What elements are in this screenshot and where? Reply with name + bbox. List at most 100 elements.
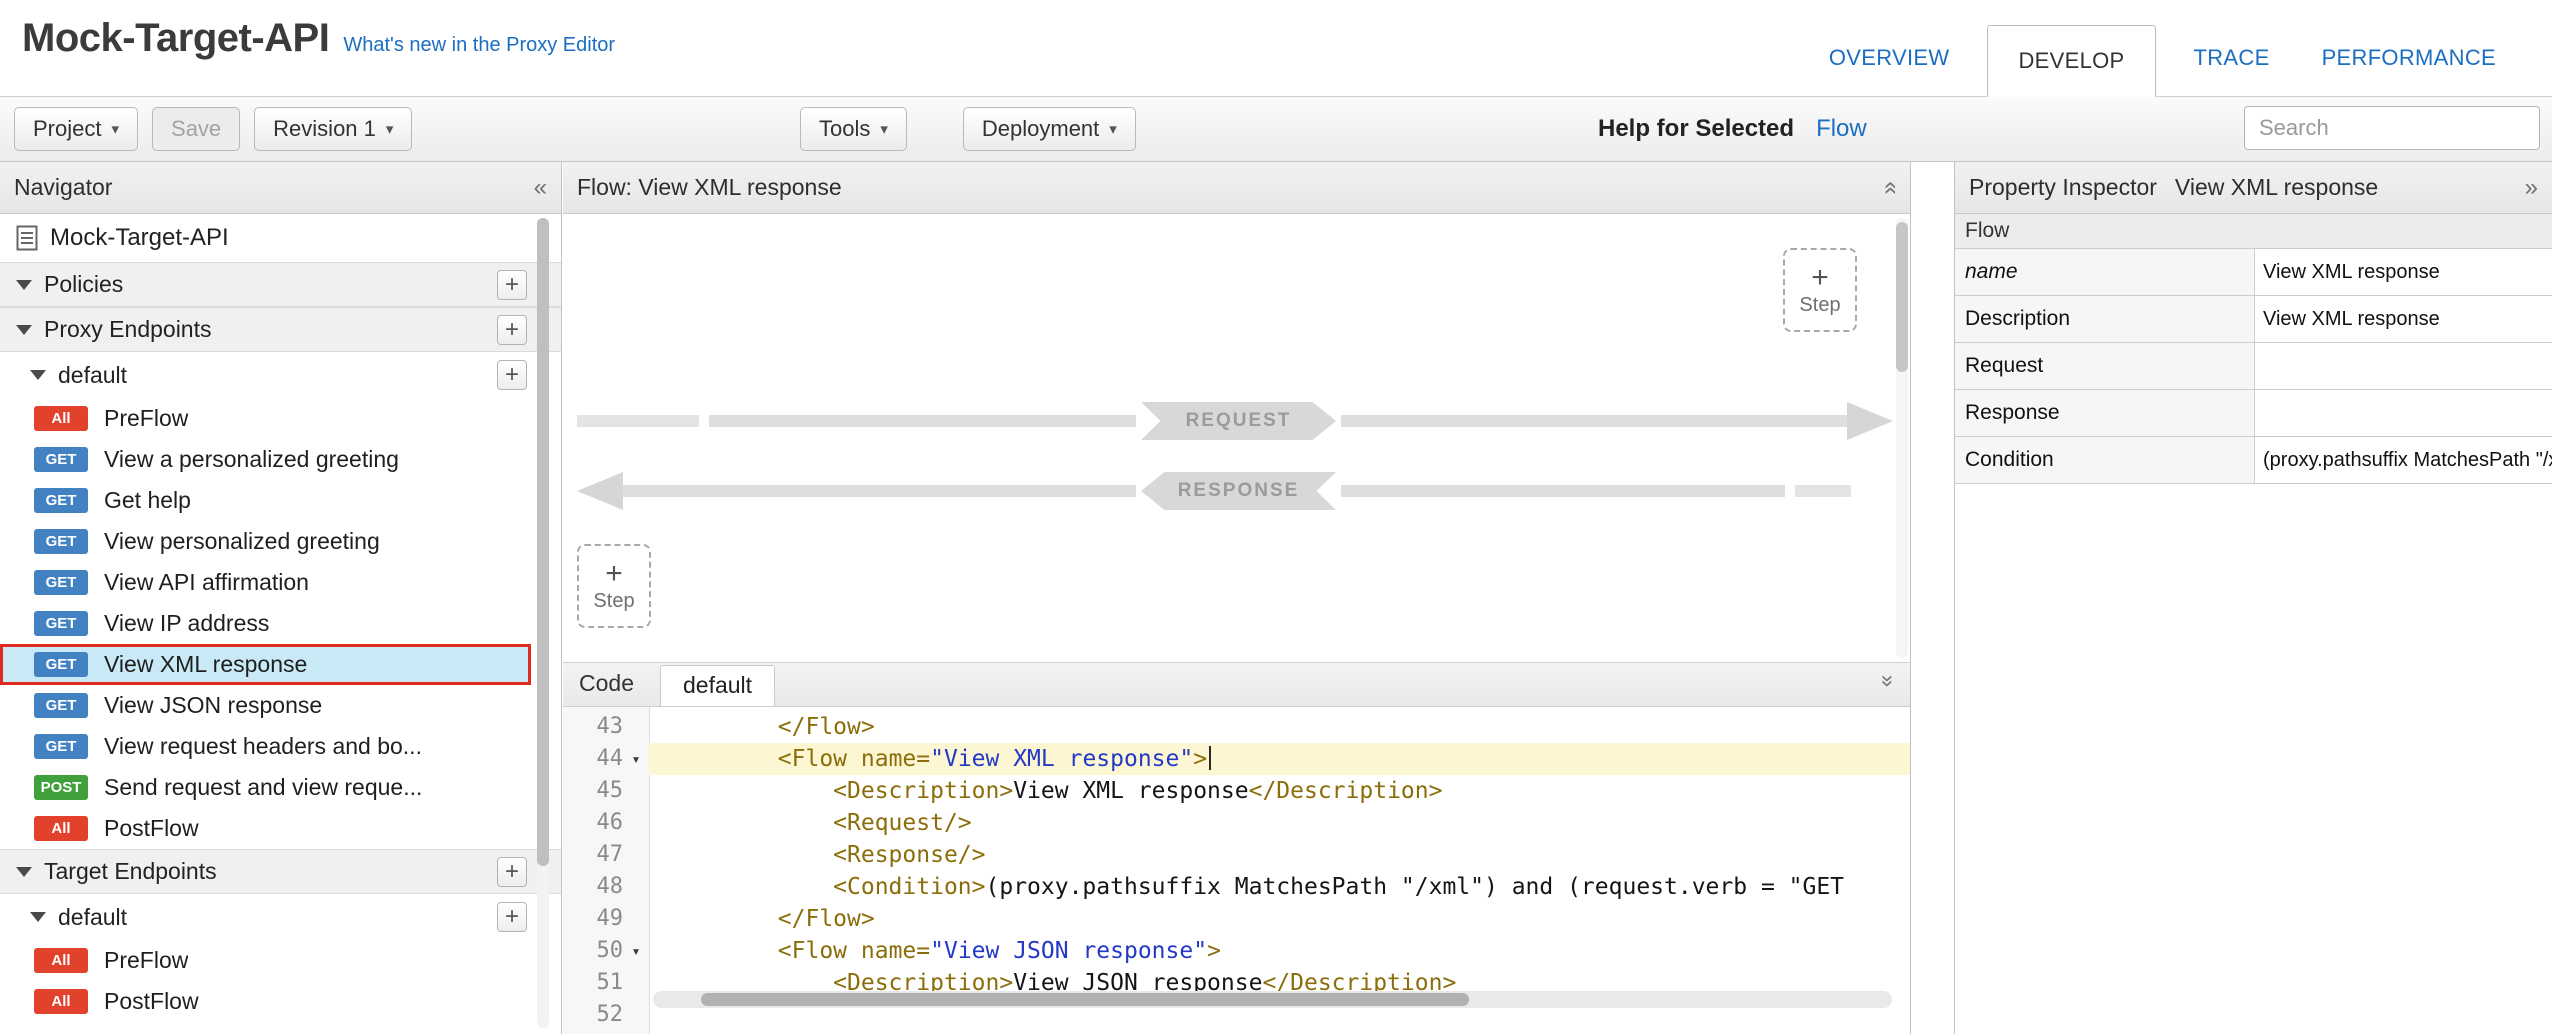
flow-canvas: + Step REQUEST RESPONSE + — [563, 214, 1910, 662]
nav-proxy-default-label: default — [58, 362, 127, 389]
condition-field[interactable]: (proxy.pathsuffix MatchesPath "/x — [2255, 437, 2552, 483]
code-gutter-cell: 47 — [563, 839, 649, 871]
flow-item-get-help[interactable]: GET Get help — [0, 480, 531, 521]
method-badge: GET — [34, 570, 88, 595]
tools-button[interactable]: Tools ▾ — [800, 107, 907, 151]
save-button-label: Save — [171, 116, 221, 142]
target-flow-item-preflow[interactable]: All PreFlow — [0, 940, 531, 981]
code-token-str: "View XML response" — [930, 746, 1193, 772]
flow-item-view-api-affirmation[interactable]: GET View API affirmation — [0, 562, 531, 603]
flow-item-label: View IP address — [104, 610, 269, 637]
description-field[interactable]: View XML response — [2255, 296, 2552, 342]
code-line-43[interactable]: 43 </Flow> — [563, 711, 1910, 743]
flow-item-label: PostFlow — [104, 988, 199, 1015]
method-badge: All — [34, 406, 88, 431]
nav-section-proxy-endpoints[interactable]: Proxy Endpoints + — [0, 307, 561, 352]
revision-button[interactable]: Revision 1 ▾ — [254, 107, 412, 151]
project-button[interactable]: Project ▾ — [14, 107, 138, 151]
add-proxy-flow-button[interactable]: + — [497, 360, 527, 390]
flow-item-view-request-headers[interactable]: GET View request headers and bo... — [0, 726, 531, 767]
navigator-scrollbar[interactable] — [537, 218, 549, 1028]
target-flow-item-postflow[interactable]: All PostFlow — [0, 981, 531, 1022]
proxy-editor-app: Mock-Target-API What's new in the Proxy … — [0, 0, 2552, 1034]
tab-trace[interactable]: TRACE — [2168, 45, 2296, 97]
tools-button-label: Tools — [819, 116, 870, 142]
line-number: 52 — [597, 999, 624, 1031]
code-editor[interactable]: 43 </Flow>44▾ <Flow name="View XML respo… — [563, 707, 1910, 1034]
code-line-48[interactable]: 48 <Condition>(proxy.pathsuffix MatchesP… — [563, 871, 1910, 903]
code-token-tag: </Flow> — [667, 714, 875, 740]
add-step-button-request[interactable]: + Step — [1783, 248, 1857, 332]
tab-develop[interactable]: DEVELOP — [1987, 25, 2155, 97]
code-scrollbar-thumb[interactable] — [701, 993, 1469, 1006]
inspector-row-response: Response — [1955, 390, 2552, 437]
nav-proxy-default[interactable]: default + — [0, 352, 561, 398]
add-target-endpoint-button[interactable]: + — [497, 857, 527, 887]
navigator-scrollbar-thumb[interactable] — [537, 218, 549, 866]
fold-marker-icon[interactable]: ▾ — [623, 935, 649, 967]
code-line-45[interactable]: 45 <Description>View XML response</Descr… — [563, 775, 1910, 807]
request-field[interactable] — [2255, 343, 2552, 389]
flow-item-view-personalized-greeting[interactable]: GET View personalized greeting — [0, 521, 531, 562]
code-line-47[interactable]: 47 <Response/> — [563, 839, 1910, 871]
collapse-navigator-icon[interactable]: « — [534, 174, 547, 202]
flow-item-view-json-response[interactable]: GET View JSON response — [0, 685, 531, 726]
chevron-down-icon: ▾ — [880, 120, 888, 138]
navigator-header: Navigator « — [0, 162, 561, 214]
response-field[interactable] — [2255, 390, 2552, 436]
chevron-down-icon: ▾ — [386, 120, 394, 138]
add-policy-button[interactable]: + — [497, 270, 527, 300]
navigator-title: Navigator — [14, 174, 112, 201]
flow-panel-header: Flow: View XML response » — [563, 162, 1910, 214]
code-line-46[interactable]: 46 <Request/> — [563, 807, 1910, 839]
nav-section-policies[interactable]: Policies + — [0, 262, 561, 307]
add-step-button-response[interactable]: + Step — [577, 544, 651, 628]
collapse-flow-panel-icon[interactable]: » — [1883, 174, 1896, 202]
collapse-inspector-icon[interactable]: » — [2525, 174, 2538, 202]
code-token-txt: View XML response — [1013, 778, 1248, 804]
add-proxy-endpoint-button[interactable]: + — [497, 315, 527, 345]
name-field[interactable]: View XML response — [2255, 249, 2552, 295]
flow-item-view-ip-address[interactable]: GET View IP address — [0, 603, 531, 644]
project-button-label: Project — [33, 116, 101, 142]
flow-item-preflow[interactable]: All PreFlow — [0, 398, 531, 439]
nav-target-default[interactable]: default + — [0, 894, 561, 940]
save-button[interactable]: Save — [152, 107, 240, 151]
response-label: RESPONSE — [1178, 480, 1300, 502]
nav-section-target-endpoints[interactable]: Target Endpoints + — [0, 849, 561, 894]
code-line-50[interactable]: 50▾ <Flow name="View JSON response"> — [563, 935, 1910, 967]
tab-performance[interactable]: PERFORMANCE — [2296, 45, 2522, 97]
inspector-section-flow: Flow — [1955, 214, 2552, 249]
code-line-content: <Response/> — [649, 839, 1910, 871]
flow-item-send-request[interactable]: POST Send request and view reque... — [0, 767, 531, 808]
collapse-code-panel-icon[interactable]: » — [1882, 668, 1894, 694]
flow-scrollbar-thumb[interactable] — [1896, 222, 1908, 372]
flow-item-label: Get help — [104, 487, 191, 514]
flow-item-view-a-personalized-greeting[interactable]: GET View a personalized greeting — [0, 439, 531, 480]
collapse-triangle-icon — [30, 370, 46, 380]
code-gutter-cell: 44▾ — [563, 743, 649, 775]
whats-new-link[interactable]: What's new in the Proxy Editor — [343, 34, 615, 57]
deployment-button[interactable]: Deployment ▾ — [963, 107, 1136, 151]
code-line-49[interactable]: 49 </Flow> — [563, 903, 1910, 935]
code-line-44[interactable]: 44▾ <Flow name="View XML response"> — [563, 743, 1910, 775]
inspector-label: Description — [1955, 296, 2255, 342]
code-token-attr: name= — [861, 938, 930, 964]
nav-root-item[interactable]: Mock-Target-API — [0, 214, 561, 262]
help-flow-link[interactable]: Flow — [1816, 115, 1867, 143]
flow-vertical-scrollbar[interactable] — [1896, 218, 1908, 658]
flow-item-view-xml-response[interactable]: GET View XML response — [0, 644, 531, 685]
method-badge: GET — [34, 447, 88, 472]
add-target-flow-button[interactable]: + — [497, 902, 527, 932]
tab-overview[interactable]: OVERVIEW — [1803, 45, 1976, 97]
chevron-down-icon: ▾ — [111, 120, 119, 138]
file-tab-default[interactable]: default — [660, 665, 775, 706]
code-horizontal-scrollbar[interactable] — [653, 991, 1892, 1008]
search-input[interactable] — [2244, 106, 2540, 150]
flow-item-postflow[interactable]: All PostFlow — [0, 808, 531, 849]
chevron-down-icon: ▾ — [1109, 120, 1117, 138]
fold-marker-icon[interactable]: ▾ — [623, 743, 649, 775]
line-number: 45 — [597, 775, 624, 807]
code-panel-title: Code — [579, 670, 634, 697]
code-token-tag: </Flow> — [667, 906, 875, 932]
